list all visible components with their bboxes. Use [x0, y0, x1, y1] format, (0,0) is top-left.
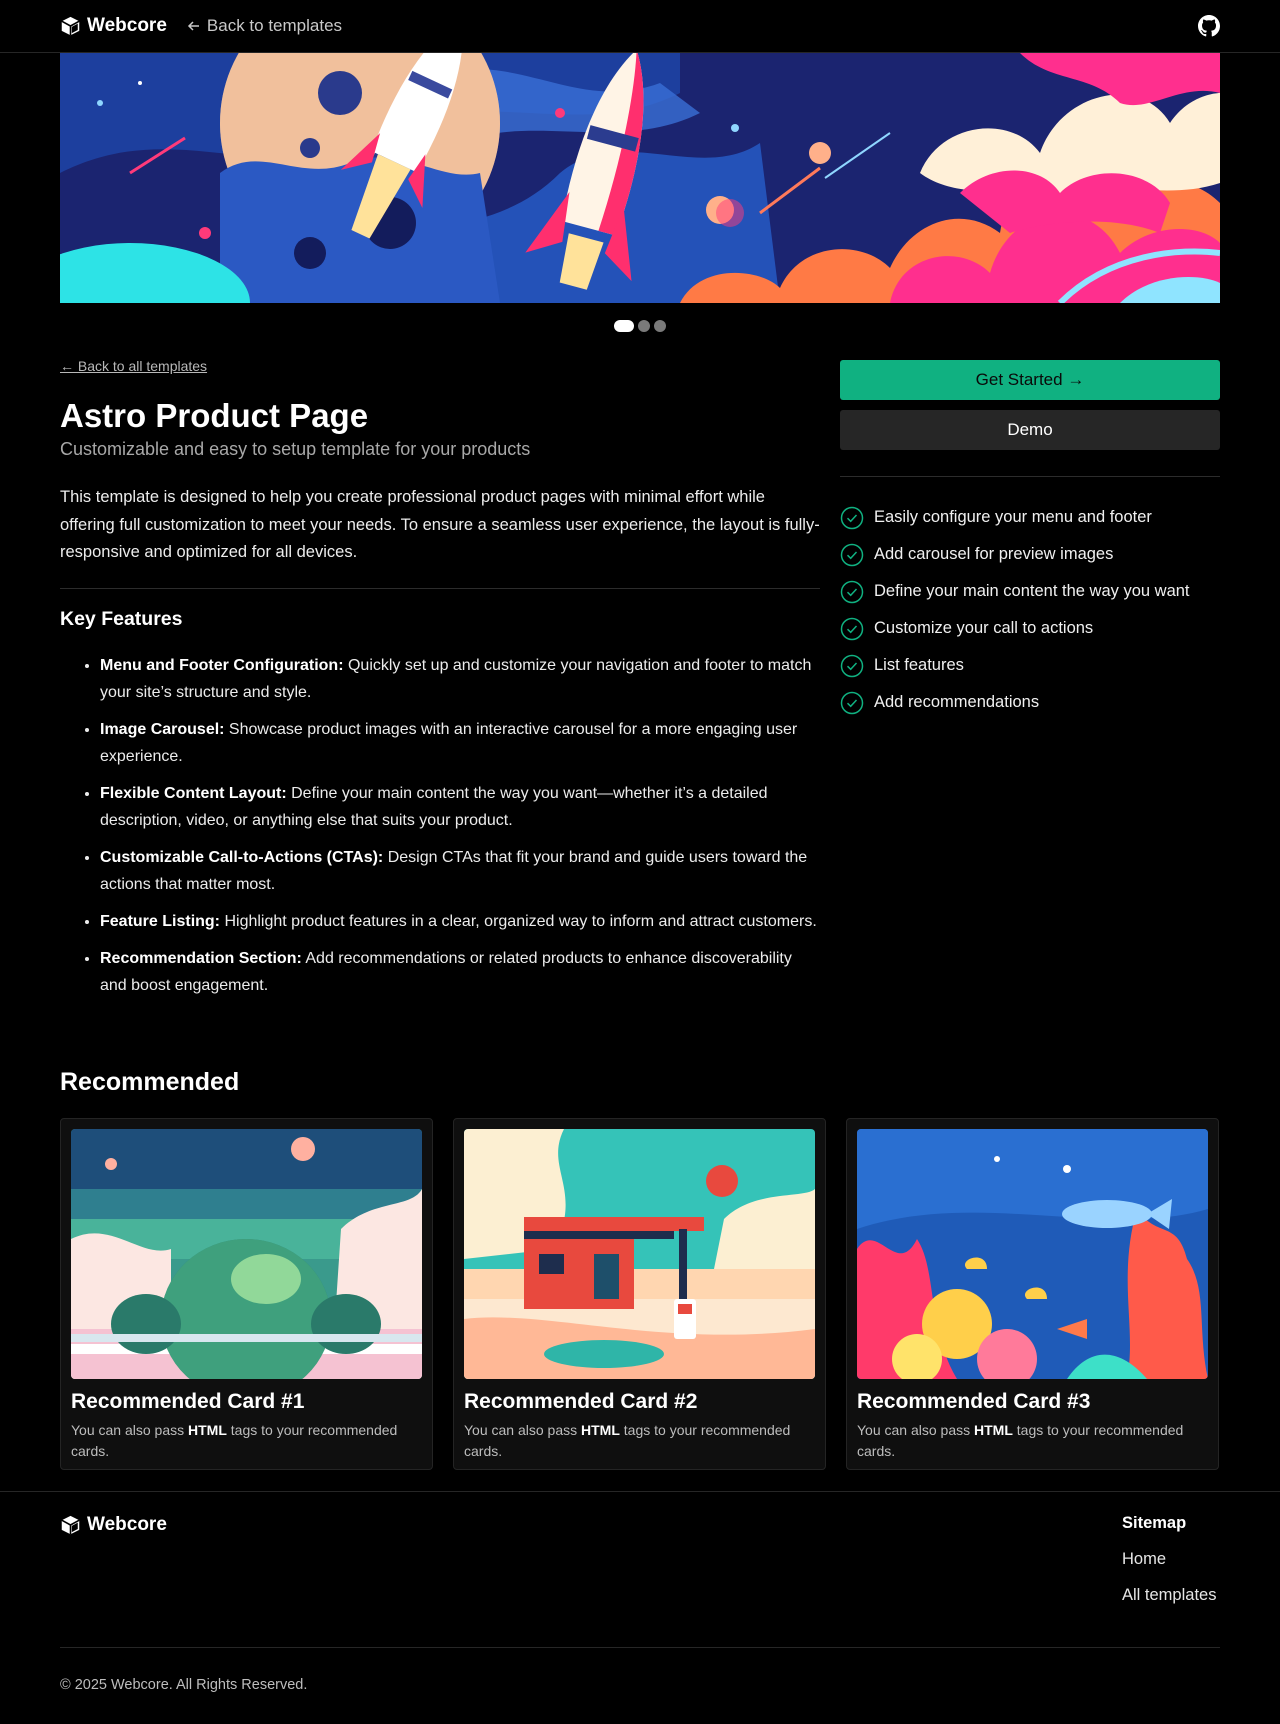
card-image [71, 1129, 422, 1379]
check-circle-icon [840, 617, 864, 640]
check-circle-icon [840, 654, 864, 677]
card-title: Recommended Card #3 [857, 1390, 1091, 1413]
checklist-item: Easily configure your menu and footer [840, 499, 1220, 536]
demo-button[interactable]: Demo [840, 410, 1220, 450]
checklist-label: List features [874, 656, 964, 674]
checklist-label: Add carousel for preview images [874, 545, 1114, 563]
footer-sitemap: Sitemap Home All templates [1122, 1514, 1216, 1605]
feature-label: Customizable Call-to-Actions (CTAs): [100, 848, 384, 866]
carousel-indicators [0, 320, 1280, 332]
key-features-heading: Key Features [60, 607, 183, 630]
cta-sidebar: Get Started → Demo Easily configure your… [840, 360, 1220, 721]
key-features-list: Menu and Footer Configuration: Quickly s… [60, 652, 820, 999]
checklist-item: List features [840, 647, 1220, 684]
footer-divider [60, 1647, 1220, 1648]
checklist-label: Easily configure your menu and footer [874, 508, 1152, 526]
feature-item: Menu and Footer Configuration: Quickly s… [100, 652, 820, 706]
carousel-dot-2[interactable] [638, 320, 650, 332]
arrow-left-icon [187, 21, 199, 31]
check-circle-icon [840, 691, 864, 714]
checklist-item: Customize your call to actions [840, 610, 1220, 647]
card-title: Recommended Card #2 [464, 1390, 698, 1413]
carousel-dot-1[interactable] [614, 320, 634, 332]
feature-label: Feature Listing: [100, 912, 221, 930]
checklist-label: Add recommendations [874, 693, 1040, 711]
card-title: Recommended Card #1 [71, 1390, 305, 1413]
card-text: You can also pass HTML tags to your reco… [857, 1422, 1184, 1459]
feature-label: Image Carousel: [100, 720, 225, 738]
footer-link-home[interactable]: Home [1122, 1550, 1216, 1569]
feature-label: Recommendation Section: [100, 949, 302, 967]
checklist-label: Define your main content the way you wan… [874, 582, 1190, 600]
card-text: You can also pass HTML tags to your reco… [464, 1422, 791, 1459]
recommended-card[interactable]: Recommended Card #3 You can also pass HT… [846, 1118, 1219, 1470]
rocket-illustration [60, 53, 1220, 303]
page-subtitle: Customizable and easy to setup template … [60, 439, 531, 460]
feature-text: Highlight product features in a clear, o… [220, 912, 817, 930]
brand-name: Webcore [87, 15, 167, 36]
cube-logo-icon [61, 1515, 80, 1535]
check-circle-icon [840, 580, 864, 603]
feature-checklist: Easily configure your menu and footer Ad… [840, 499, 1220, 721]
feature-label: Menu and Footer Configuration: [100, 656, 344, 674]
footer-link-all-templates[interactable]: All templates [1122, 1586, 1216, 1605]
copyright-text: © 2025 Webcore. All Rights Reserved. [60, 1677, 308, 1693]
check-circle-icon [840, 506, 864, 529]
feature-item: Image Carousel: Showcase product images … [100, 716, 820, 770]
feature-item: Customizable Call-to-Actions (CTAs): Des… [100, 844, 820, 898]
check-circle-icon [840, 543, 864, 566]
carousel-dot-3[interactable] [654, 320, 666, 332]
recommended-cards: Recommended Card #1 You can also pass HT… [60, 1118, 1220, 1470]
checklist-item: Add recommendations [840, 684, 1220, 721]
feature-item: Feature Listing: Highlight product featu… [100, 908, 820, 935]
feature-item: Flexible Content Layout: Define your mai… [100, 780, 820, 834]
card-text: You can also pass HTML tags to your reco… [71, 1422, 398, 1459]
site-header: Webcore Back to templates [0, 0, 1280, 53]
recommended-card[interactable]: Recommended Card #1 You can also pass HT… [60, 1118, 433, 1470]
site-footer: Webcore Sitemap Home All templates © 202… [0, 1491, 1280, 1724]
github-link[interactable] [1198, 15, 1220, 42]
back-to-templates-link[interactable]: Back to templates [187, 16, 342, 36]
page-description: This template is designed to help you cr… [60, 488, 820, 562]
card-image [857, 1129, 1208, 1379]
divider [840, 476, 1220, 477]
recommended-heading: Recommended [60, 1068, 240, 1096]
divider [60, 587, 820, 589]
feature-label: Flexible Content Layout: [100, 784, 287, 802]
feature-item: Recommendation Section: Add recommendati… [100, 945, 820, 999]
github-icon [1198, 15, 1220, 37]
checklist-item: Define your main content the way you wan… [840, 573, 1220, 610]
footer-brand-logo[interactable]: Webcore [60, 1514, 167, 1536]
main-content: ← Back to all templates Astro Product Pa… [60, 358, 820, 1009]
back-to-templates-label: Back to templates [206, 16, 343, 35]
sitemap-heading: Sitemap [1122, 1514, 1187, 1532]
brand-logo[interactable]: Webcore [60, 15, 167, 37]
carousel-image[interactable] [60, 53, 1220, 303]
cube-logo-icon [61, 16, 80, 36]
get-started-button[interactable]: Get Started → [840, 360, 1220, 400]
card-image [464, 1129, 815, 1379]
checklist-item: Add carousel for preview images [840, 536, 1220, 573]
page-title: Astro Product Page [60, 397, 369, 434]
recommended-card[interactable]: Recommended Card #2 You can also pass HT… [453, 1118, 826, 1470]
checklist-label: Customize your call to actions [874, 619, 1094, 637]
back-to-all-templates-link[interactable]: ← Back to all templates [60, 358, 207, 374]
footer-brand-name: Webcore [87, 1514, 167, 1535]
